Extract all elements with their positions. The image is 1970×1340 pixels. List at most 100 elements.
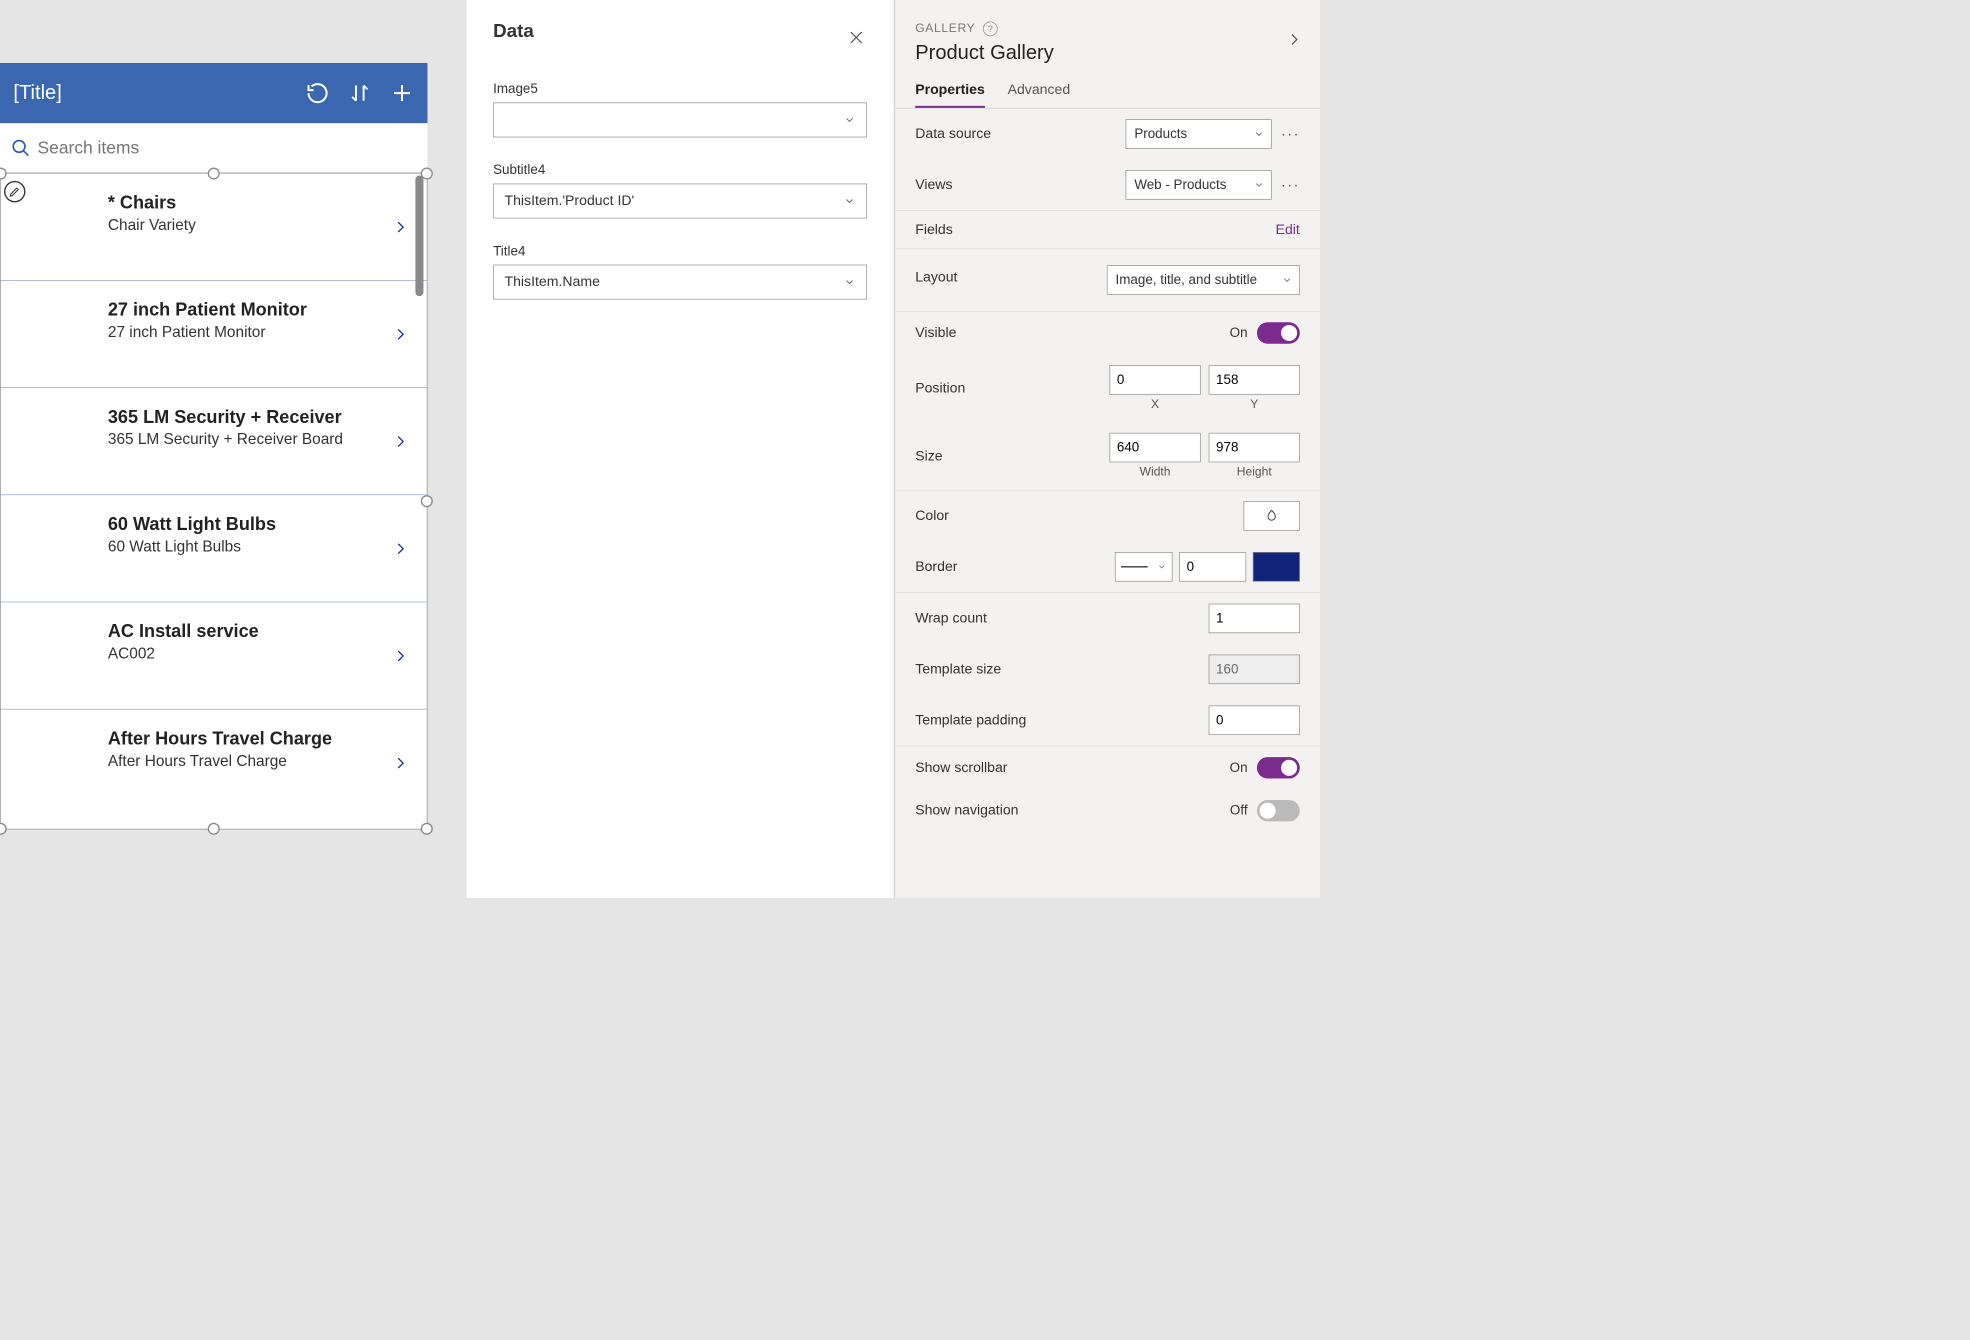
border-width-input[interactable]: [1179, 552, 1246, 581]
tab-properties[interactable]: Properties: [915, 82, 985, 108]
position-y-input[interactable]: [1209, 365, 1300, 394]
item-subtitle: 27 inch Patient Monitor: [108, 323, 387, 341]
field-label-subtitle: Subtitle4: [493, 163, 867, 178]
chevron-right-icon[interactable]: [393, 537, 408, 560]
item-title: 365 LM Security + Receiver: [108, 407, 387, 428]
chevron-down-icon: [844, 195, 856, 207]
app-title: [Title]: [13, 82, 286, 105]
chevron-right-icon[interactable]: [393, 215, 408, 238]
refresh-icon[interactable]: [306, 81, 330, 105]
add-icon[interactable]: [390, 81, 414, 105]
chevron-right-icon[interactable]: [393, 430, 408, 453]
data-source-select[interactable]: Products: [1126, 119, 1272, 148]
wrap-count-input[interactable]: [1209, 604, 1300, 633]
visible-toggle[interactable]: [1257, 322, 1300, 343]
gallery-control[interactable]: * Chairs Chair Variety 27 inch Patient M…: [0, 173, 427, 830]
size-width-input[interactable]: [1110, 433, 1201, 462]
show-scrollbar-toggle[interactable]: [1257, 757, 1300, 778]
list-item[interactable]: 60 Watt Light Bulbs 60 Watt Light Bulbs: [1, 495, 427, 602]
template-padding-input[interactable]: [1209, 706, 1300, 735]
layout-select[interactable]: Image, title, and subtitle: [1107, 265, 1300, 294]
label-show-scrollbar: Show scrollbar: [915, 760, 1229, 776]
label-layout: Layout: [915, 265, 1107, 285]
item-title: After Hours Travel Charge: [108, 728, 387, 749]
help-icon[interactable]: ?: [983, 22, 998, 37]
chevron-down-icon: [1254, 129, 1265, 140]
cap-x: X: [1151, 397, 1159, 411]
search-icon[interactable]: [11, 138, 31, 158]
gallery-scrollbar[interactable]: [415, 176, 423, 297]
item-title: 27 inch Patient Monitor: [108, 299, 387, 320]
list-item[interactable]: After Hours Travel Charge After Hours Tr…: [1, 710, 427, 817]
template-size-input: [1209, 655, 1300, 684]
list-item[interactable]: * Chairs Chair Variety: [1, 174, 427, 281]
more-icon[interactable]: ···: [1281, 125, 1300, 142]
item-subtitle: After Hours Travel Charge: [108, 752, 387, 770]
cap-height: Height: [1237, 465, 1272, 479]
label-visible: Visible: [915, 325, 1229, 341]
label-data-source: Data source: [915, 126, 1125, 142]
fields-edit-link[interactable]: Edit: [1276, 222, 1300, 238]
list-item[interactable]: 27 inch Patient Monitor 27 inch Patient …: [1, 281, 427, 388]
views-select[interactable]: Web - Products: [1126, 170, 1272, 199]
cap-width: Width: [1140, 465, 1171, 479]
chevron-right-icon[interactable]: [393, 644, 408, 667]
subtitle-select-value: ThisItem.'Product ID': [505, 193, 635, 208]
chevron-down-icon: [1254, 180, 1265, 191]
list-item[interactable]: 365 LM Security + Receiver 365 LM Securi…: [1, 388, 427, 495]
canvas-gallery-area: [Title] * Chairs Chair Variety: [0, 63, 427, 829]
data-panel: Data Image5 Subtitle4 ThisItem.'Product …: [466, 0, 895, 898]
tab-advanced[interactable]: Advanced: [1008, 82, 1071, 108]
position-x-input[interactable]: [1110, 365, 1201, 394]
image-select[interactable]: [493, 103, 867, 138]
tabs: Properties Advanced: [895, 64, 1320, 108]
chevron-down-icon: [1282, 275, 1293, 286]
more-icon[interactable]: ···: [1281, 176, 1300, 193]
item-title: 60 Watt Light Bulbs: [108, 514, 387, 535]
collapse-pane-icon[interactable]: [1286, 29, 1301, 49]
show-navigation-toggle[interactable]: [1257, 800, 1300, 821]
label-show-navigation: Show navigation: [915, 803, 1230, 819]
item-subtitle: 60 Watt Light Bulbs: [108, 537, 387, 555]
item-subtitle: Chair Variety: [108, 216, 387, 234]
label-views: Views: [915, 177, 1125, 193]
color-picker[interactable]: [1244, 501, 1300, 530]
border-color-picker[interactable]: [1253, 552, 1300, 581]
search-input[interactable]: [31, 137, 417, 158]
chevron-down-icon: [844, 276, 856, 288]
cap-y: Y: [1250, 397, 1258, 411]
label-fields: Fields: [915, 222, 1275, 238]
label-wrap-count: Wrap count: [915, 611, 1208, 627]
item-subtitle: 365 LM Security + Receiver Board: [108, 430, 387, 448]
label-size: Size: [915, 448, 1109, 464]
field-label-title: Title4: [493, 244, 867, 259]
chevron-down-icon: [844, 114, 856, 126]
nav-state-text: Off: [1230, 803, 1248, 818]
border-style-select[interactable]: [1115, 552, 1173, 581]
search-row: [0, 123, 427, 173]
scrollbar-state-text: On: [1230, 760, 1248, 775]
edit-template-icon[interactable]: [4, 181, 25, 202]
control-type-crumb: GALLERY ?: [915, 21, 1300, 36]
title-select[interactable]: ThisItem.Name: [493, 265, 867, 300]
item-title: * Chairs: [108, 192, 387, 213]
properties-pane: GALLERY ? Product Gallery Properties Adv…: [894, 0, 1319, 898]
label-color: Color: [915, 508, 1243, 524]
title-select-value: ThisItem.Name: [505, 274, 600, 289]
chevron-right-icon[interactable]: [393, 752, 408, 775]
item-subtitle: AC002: [108, 645, 387, 663]
visible-state-text: On: [1230, 325, 1248, 340]
item-title: AC Install service: [108, 621, 387, 642]
close-icon[interactable]: [847, 28, 866, 47]
chevron-right-icon[interactable]: [393, 323, 408, 346]
label-template-size: Template size: [915, 661, 1208, 677]
app-header: [Title]: [0, 63, 427, 123]
label-template-padding: Template padding: [915, 712, 1208, 728]
data-panel-title: Data: [493, 20, 867, 41]
size-height-input[interactable]: [1209, 433, 1300, 462]
label-position: Position: [915, 380, 1109, 396]
label-border: Border: [915, 559, 1115, 575]
list-item[interactable]: AC Install service AC002: [1, 602, 427, 709]
subtitle-select[interactable]: ThisItem.'Product ID': [493, 184, 867, 219]
sort-icon[interactable]: [348, 82, 371, 105]
